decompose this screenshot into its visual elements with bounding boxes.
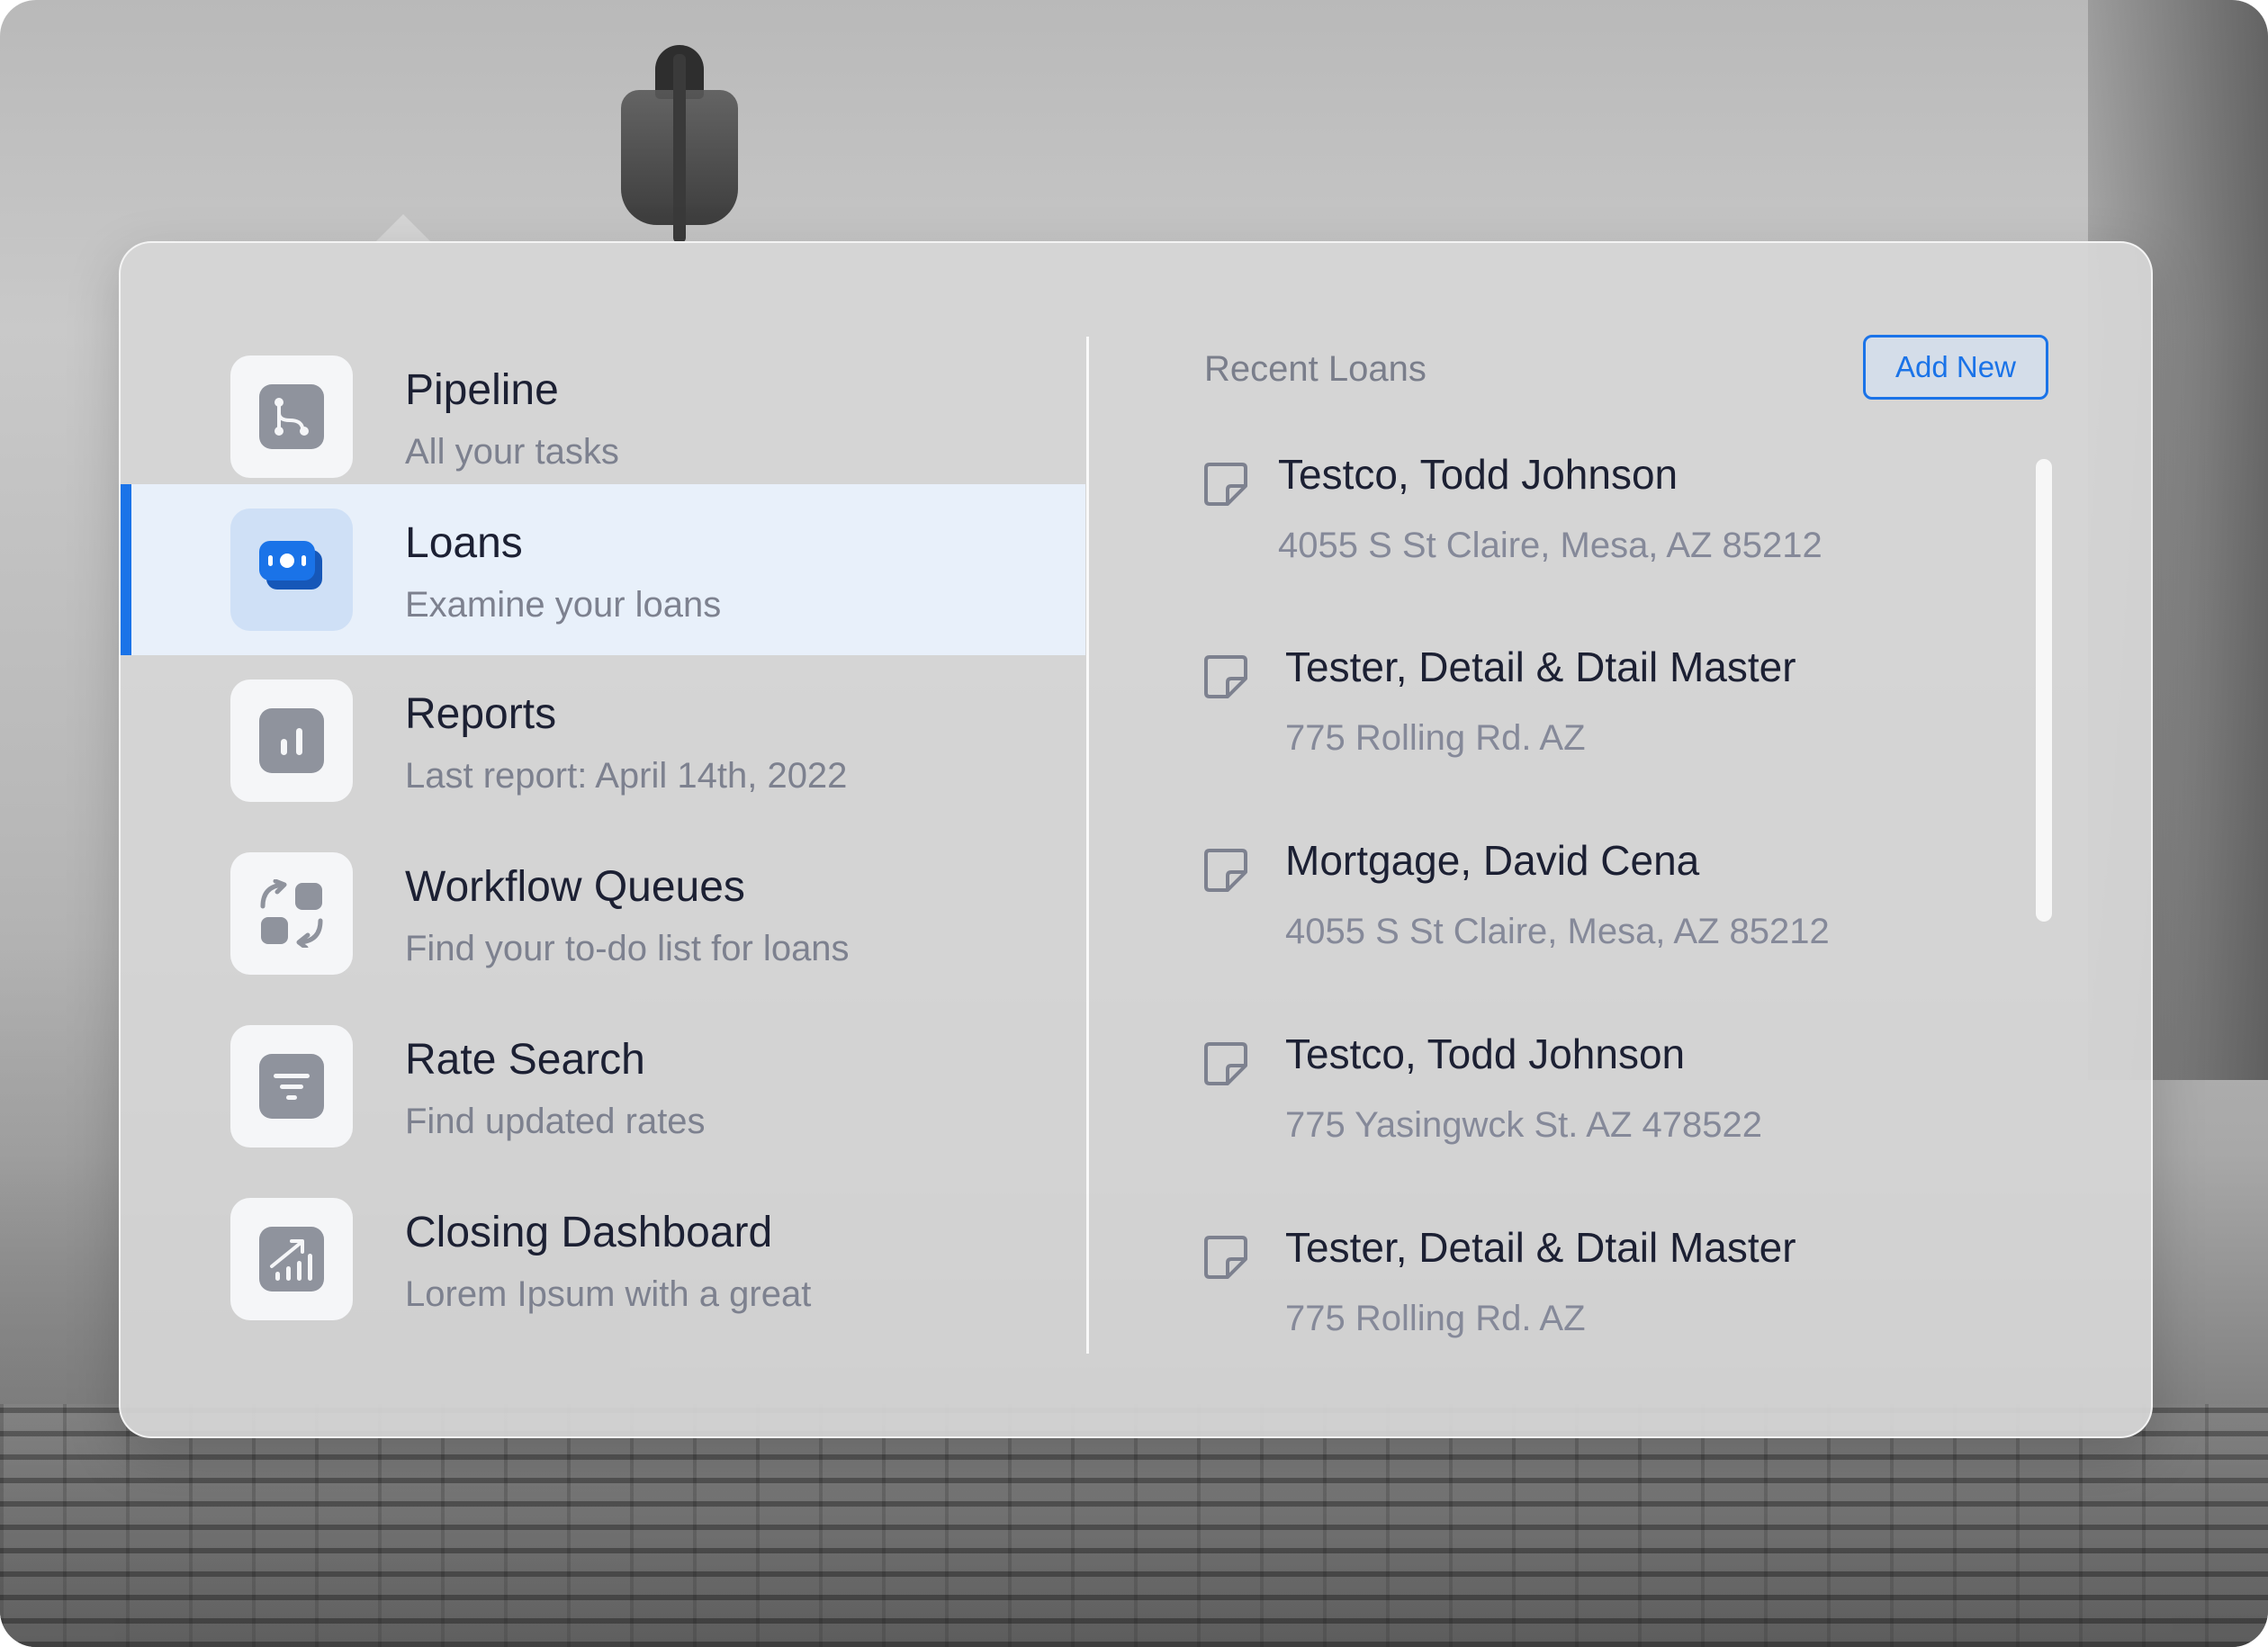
loan-address: 775 Rolling Rd. AZ [1285,718,1586,758]
loan-name: Mortgage, David Cena [1285,837,1700,884]
filter-icon [230,1025,353,1148]
bar-chart-icon [230,680,353,802]
recent-loan-item[interactable]: Mortgage, David Cena 4055 S St Claire, M… [1201,836,2011,998]
menu-item-workflow-queues[interactable]: Workflow Queues Find your to-do list for… [121,828,1085,999]
money-icon [230,508,353,631]
document-icon [1204,1042,1247,1085]
recent-loans-scrollbar[interactable] [2036,459,2052,922]
menu-item-rate-search[interactable]: Rate Search Find updated rates [121,1001,1085,1172]
menu-item-pipeline[interactable]: Pipeline All your tasks [121,331,1085,502]
background-pier [0,1404,2268,1647]
recent-loan-item[interactable]: Testco, Todd Johnson 4055 S St Claire, M… [1201,450,2011,612]
column-divider [1086,337,1089,1354]
menu-item-title: Reports [405,690,557,738]
navigation-popover: Pipeline All your tasks Loans Examine yo… [119,241,2153,1438]
menu-item-subtitle: Find updated rates [405,1102,706,1141]
trend-chart-icon [230,1198,353,1320]
menu-item-title: Workflow Queues [405,863,745,911]
menu-item-subtitle: All your tasks [405,432,619,472]
loan-name: Tester, Detail & Dtail Master [1285,1224,1796,1271]
recent-loan-item[interactable]: Testco, Todd Johnson 775 Yasingwck St. A… [1201,1030,2011,1192]
menu-item-subtitle: Last report: April 14th, 2022 [405,756,848,796]
loan-address: 4055 S St Claire, Mesa, AZ 85212 [1278,526,1822,565]
background-lamp-post [673,54,686,243]
recent-loan-item[interactable]: Tester, Detail & Dtail Master 775 Rollin… [1201,1223,2011,1385]
document-icon [1204,849,1247,892]
menu-item-subtitle: Lorem Ipsum with a great [405,1274,812,1314]
document-icon [1204,1236,1247,1279]
recent-loan-item[interactable]: Tester, Detail & Dtail Master 775 Rollin… [1201,643,2011,805]
loan-name: Testco, Todd Johnson [1285,1030,1686,1077]
recent-loans-heading: Recent Loans [1204,349,1426,389]
menu-item-title: Pipeline [405,366,559,414]
loan-address: 775 Yasingwck St. AZ 478522 [1285,1105,1762,1145]
active-indicator [121,484,131,655]
menu-item-subtitle: Find your to-do list for loans [405,929,850,968]
loan-address: 775 Rolling Rd. AZ [1285,1299,1586,1338]
menu-item-loans[interactable]: Loans Examine your loans [121,484,1085,655]
menu-item-title: Rate Search [405,1036,645,1084]
loan-address: 4055 S St Claire, Mesa, AZ 85212 [1285,912,1830,951]
menu-item-closing-dashboard[interactable]: Closing Dashboard Lorem Ipsum with a gre… [121,1174,1085,1345]
menu-item-title: Loans [405,519,523,567]
menu-item-title: Closing Dashboard [405,1209,773,1256]
menu-item-reports[interactable]: Reports Last report: April 14th, 2022 [121,655,1085,826]
document-icon [1204,655,1247,698]
popover-arrow [374,214,432,243]
menu-item-subtitle: Examine your loans [405,585,722,625]
branch-icon [230,356,353,478]
add-new-button[interactable]: Add New [1863,335,2048,400]
loan-name: Tester, Detail & Dtail Master [1285,644,1796,690]
workflow-icon [230,852,353,975]
loan-name: Testco, Todd Johnson [1278,451,1678,498]
document-icon [1204,463,1247,506]
